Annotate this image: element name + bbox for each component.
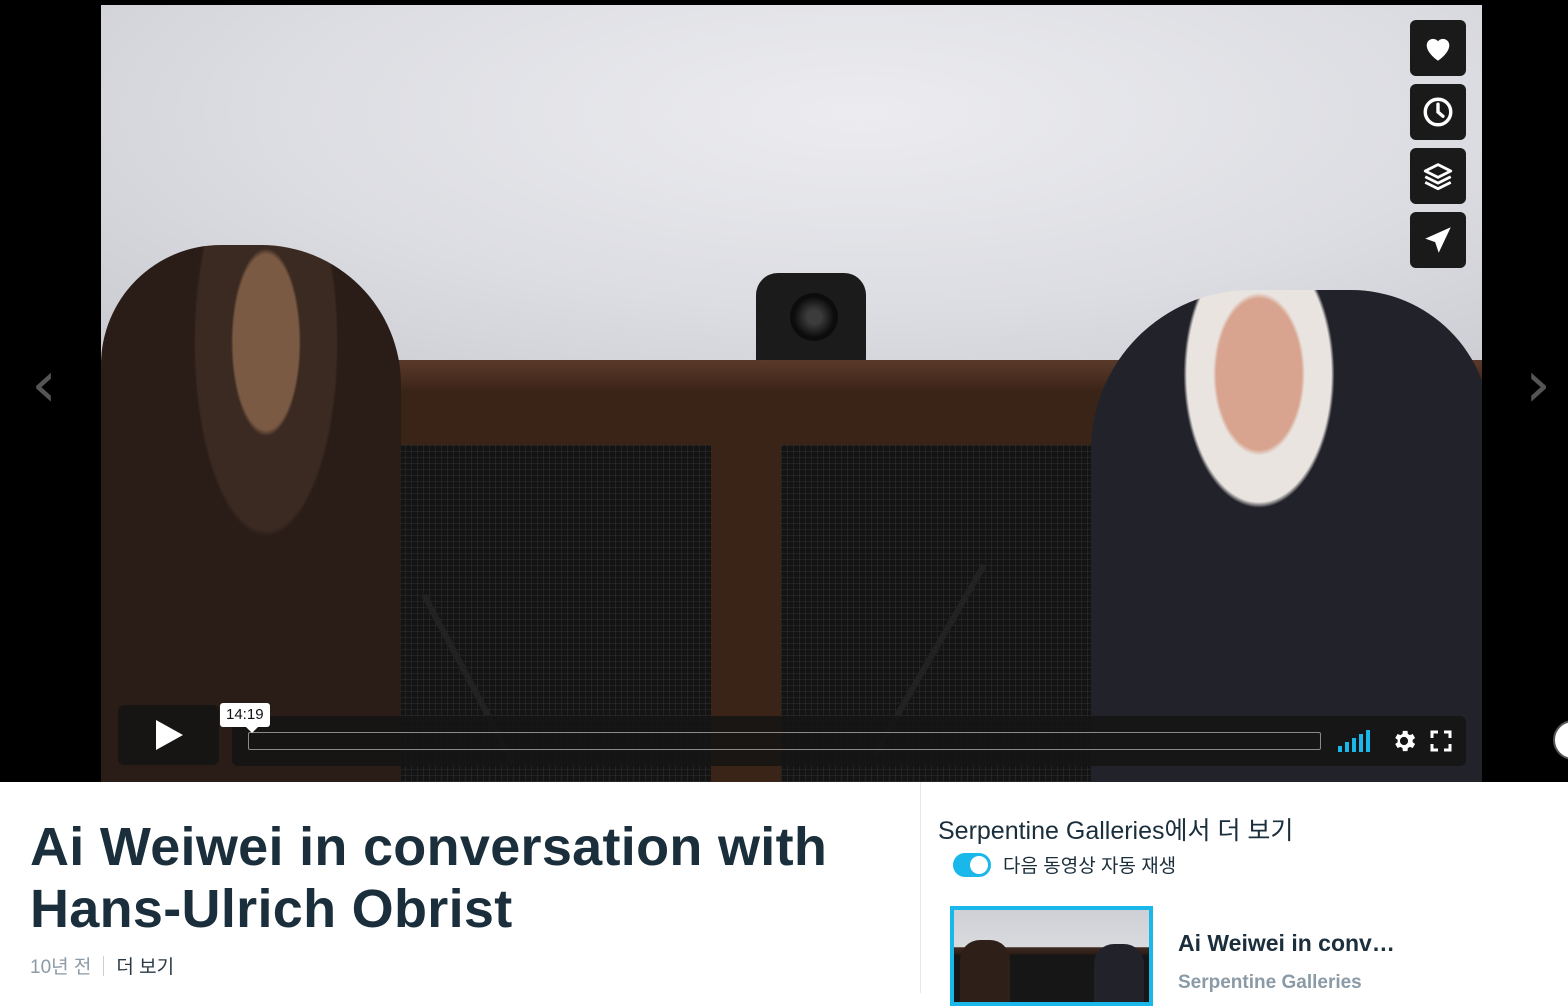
- autoplay-label: 다음 동영상 자동 재생: [1003, 856, 1177, 877]
- play-button[interactable]: [118, 705, 219, 765]
- column-divider: [920, 782, 921, 993]
- autoplay-toggle[interactable]: [953, 852, 991, 877]
- video-player: ‹ › 14:19: [0, 0, 1568, 782]
- video-title: Ai Weiwei in conversation with Hans-Ulri…: [30, 817, 828, 939]
- volume-bar: [1352, 738, 1356, 752]
- volume-bar: [1359, 734, 1363, 752]
- clock-icon: [1423, 97, 1453, 127]
- like-button[interactable]: [1410, 20, 1466, 76]
- volume-bars-icon[interactable]: [1338, 730, 1370, 752]
- meta-divider: [103, 955, 105, 976]
- heart-icon: [1426, 38, 1450, 61]
- add-to-collection-button[interactable]: [1410, 148, 1466, 204]
- side-action-bar: [1410, 20, 1466, 276]
- layers-icon: [1423, 163, 1453, 191]
- chevron-left-icon[interactable]: ‹: [24, 350, 64, 420]
- speaker-left: [101, 245, 401, 782]
- paper-plane-icon: [1425, 227, 1451, 253]
- upload-age: 10년 전: [30, 957, 92, 978]
- chevron-right-icon[interactable]: ›: [1518, 350, 1558, 420]
- related-video-title[interactable]: Ai Weiwei in conv…: [1178, 930, 1395, 957]
- autoplay-row: 다음 동영상 자동 재생: [953, 851, 1176, 878]
- related-video-channel[interactable]: Serpentine Galleries: [1178, 972, 1362, 994]
- volume-bar: [1345, 742, 1349, 752]
- control-bar: [232, 716, 1466, 766]
- volume-bar: [1338, 746, 1342, 752]
- play-icon: [155, 720, 183, 750]
- edge-button[interactable]: [1553, 720, 1568, 760]
- speaker-right: [1091, 290, 1482, 782]
- gear-icon[interactable]: [1390, 727, 1418, 755]
- share-button[interactable]: [1410, 212, 1466, 268]
- video-frame[interactable]: [101, 5, 1482, 782]
- more-from-heading: Serpentine Galleries에서 더 보기: [938, 817, 1294, 845]
- video-meta: 10년 전 더 보기: [30, 952, 174, 979]
- progress-bar[interactable]: [248, 732, 1321, 750]
- camera-in-scene: [756, 273, 866, 365]
- related-video-thumbnail[interactable]: [950, 906, 1153, 1006]
- watch-later-button[interactable]: [1410, 84, 1466, 140]
- fullscreen-icon[interactable]: [1429, 729, 1453, 753]
- volume-bar: [1366, 730, 1370, 752]
- current-time-tooltip: 14:19: [220, 703, 270, 733]
- more-link[interactable]: 더 보기: [116, 952, 174, 979]
